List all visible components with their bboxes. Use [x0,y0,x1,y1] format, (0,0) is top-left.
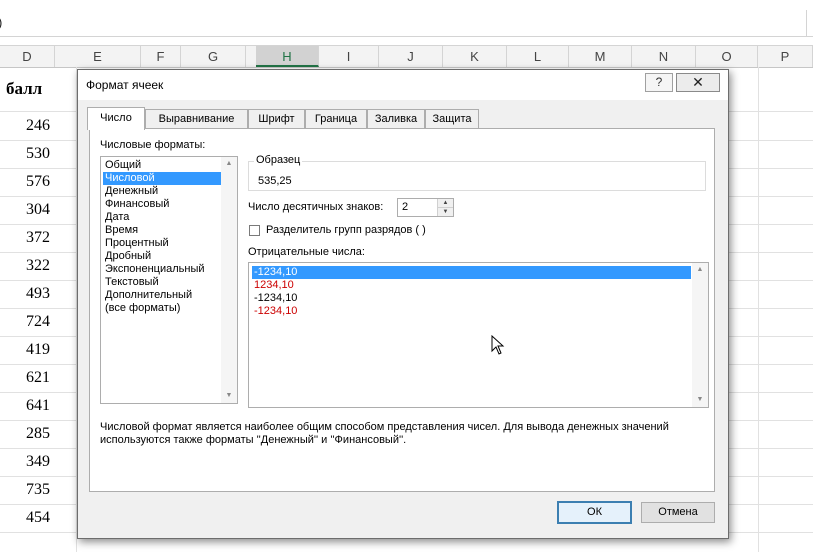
negative-numbers-label: Отрицательные числа: [248,246,365,258]
scroll-up-icon[interactable]: ▲ [221,157,237,171]
spin-up-icon[interactable]: ▲ [438,199,453,208]
decimal-places-label: Число десятичных знаков: [248,201,384,213]
cell-value[interactable]: 322 [0,257,76,275]
format-item-date[interactable]: Дата [103,211,222,224]
negative-list-scrollbar[interactable]: ▲ ▼ [692,263,708,407]
tab-border[interactable]: Граница [305,109,367,129]
format-cells-dialog: Формат ячеек ? ✕ Число Выравнивание Шриф… [77,69,729,539]
format-item-text[interactable]: Текстовый [103,276,222,289]
cell-value[interactable]: 304 [0,201,76,219]
number-formats-label: Числовые форматы: [100,139,206,151]
scroll-down-icon[interactable]: ▼ [692,393,708,407]
format-item-custom[interactable]: (все форматы) [103,302,222,315]
negative-numbers-list[interactable]: -1234,10 1234,10 -1234,10 -1234,10 ▲ ▼ [248,262,709,408]
format-item-time[interactable]: Время [103,224,222,237]
sample-label: Образец [254,154,303,166]
cell-value[interactable]: 621 [0,369,76,387]
format-item-scientific[interactable]: Экспоненциальный [103,263,222,276]
column-header-n[interactable]: N [632,46,696,67]
sample-value: 535,25 [258,175,292,187]
cancel-button[interactable]: Отмена [641,502,715,523]
cell-value[interactable]: 530 [0,145,76,163]
cell-header-ball[interactable]: балл [6,79,42,99]
mouse-cursor-icon [491,335,505,355]
column-header-l[interactable]: L [507,46,569,67]
column-headers: D E F G H I J K L M N O P [0,45,813,68]
spin-down-icon[interactable]: ▼ [438,208,453,216]
negative-option[interactable]: -1234,10 [252,266,691,279]
tab-font[interactable]: Шрифт [248,109,305,129]
number-tab-panel: Числовые форматы: Общий Числовой Денежны… [89,128,715,492]
cell-value[interactable]: 454 [0,509,76,527]
cell-value[interactable]: 641 [0,397,76,415]
format-item-fraction[interactable]: Дробный [103,250,222,263]
dialog-titlebar[interactable]: Формат ячеек ? ✕ [78,70,728,100]
scroll-down-icon[interactable]: ▼ [221,389,237,403]
negative-option-red[interactable]: -1234,10 [252,305,691,318]
format-item-number[interactable]: Числовой [103,172,222,185]
cell-value[interactable]: 493 [0,285,76,303]
column-header-m[interactable]: M [569,46,632,67]
column-header-e[interactable]: E [55,46,141,67]
spin-control[interactable]: ▲ ▼ [437,199,453,216]
negative-option-red[interactable]: 1234,10 [252,279,691,292]
sample-group [248,161,706,191]
column-header-d[interactable]: D [0,46,55,67]
format-item-currency[interactable]: Денежный [103,185,222,198]
column-header-i[interactable]: I [319,46,379,67]
cell-value[interactable]: 576 [0,173,76,191]
decimal-places-value[interactable]: 2 [402,201,408,213]
ok-button[interactable]: ОК [557,501,632,524]
column-header-j[interactable]: J [379,46,443,67]
column-header-k[interactable]: K [443,46,507,67]
tab-alignment[interactable]: Выравнивание [145,109,248,129]
formula-bar[interactable]: ) [0,10,813,37]
cell-value[interactable]: 285 [0,425,76,443]
cell-value[interactable]: 735 [0,481,76,499]
format-description: Числовой формат является наиболее общим … [100,421,669,446]
formats-scrollbar[interactable]: ▲ ▼ [221,157,237,403]
cell-value[interactable]: 724 [0,313,76,331]
dialog-title: Формат ячеек [86,78,164,92]
cell-value[interactable]: 349 [0,453,76,471]
thousands-separator-checkbox[interactable] [249,225,260,236]
formula-text: ) [0,15,2,30]
column-header-h[interactable]: H [256,46,319,67]
format-item-general[interactable]: Общий [103,159,222,172]
column-header-f[interactable]: F [141,46,181,67]
format-item-accounting[interactable]: Финансовый [103,198,222,211]
format-item-percentage[interactable]: Процентный [103,237,222,250]
decimal-places-stepper[interactable]: 2 ▲ ▼ [397,198,454,217]
help-button[interactable]: ? [645,73,673,92]
tab-fill[interactable]: Заливка [367,109,425,129]
format-item-special[interactable]: Дополнительный [103,289,222,302]
formula-bar-edge [806,10,813,36]
tab-protection[interactable]: Защита [425,109,479,129]
cell-value[interactable]: 419 [0,341,76,359]
close-button[interactable]: ✕ [676,73,720,92]
number-formats-list[interactable]: Общий Числовой Денежный Финансовый Дата … [100,156,238,404]
column-header-o[interactable]: O [696,46,758,67]
tab-number[interactable]: Число [87,107,145,130]
column-header-p[interactable]: P [758,46,813,67]
negative-option[interactable]: -1234,10 [252,292,691,305]
cell-value[interactable]: 372 [0,229,76,247]
column-header-g[interactable]: G [181,46,246,67]
cell-value[interactable]: 246 [0,117,76,135]
thousands-separator-label[interactable]: Разделитель групп разрядов ( ) [266,224,426,236]
scroll-up-icon[interactable]: ▲ [692,263,708,277]
